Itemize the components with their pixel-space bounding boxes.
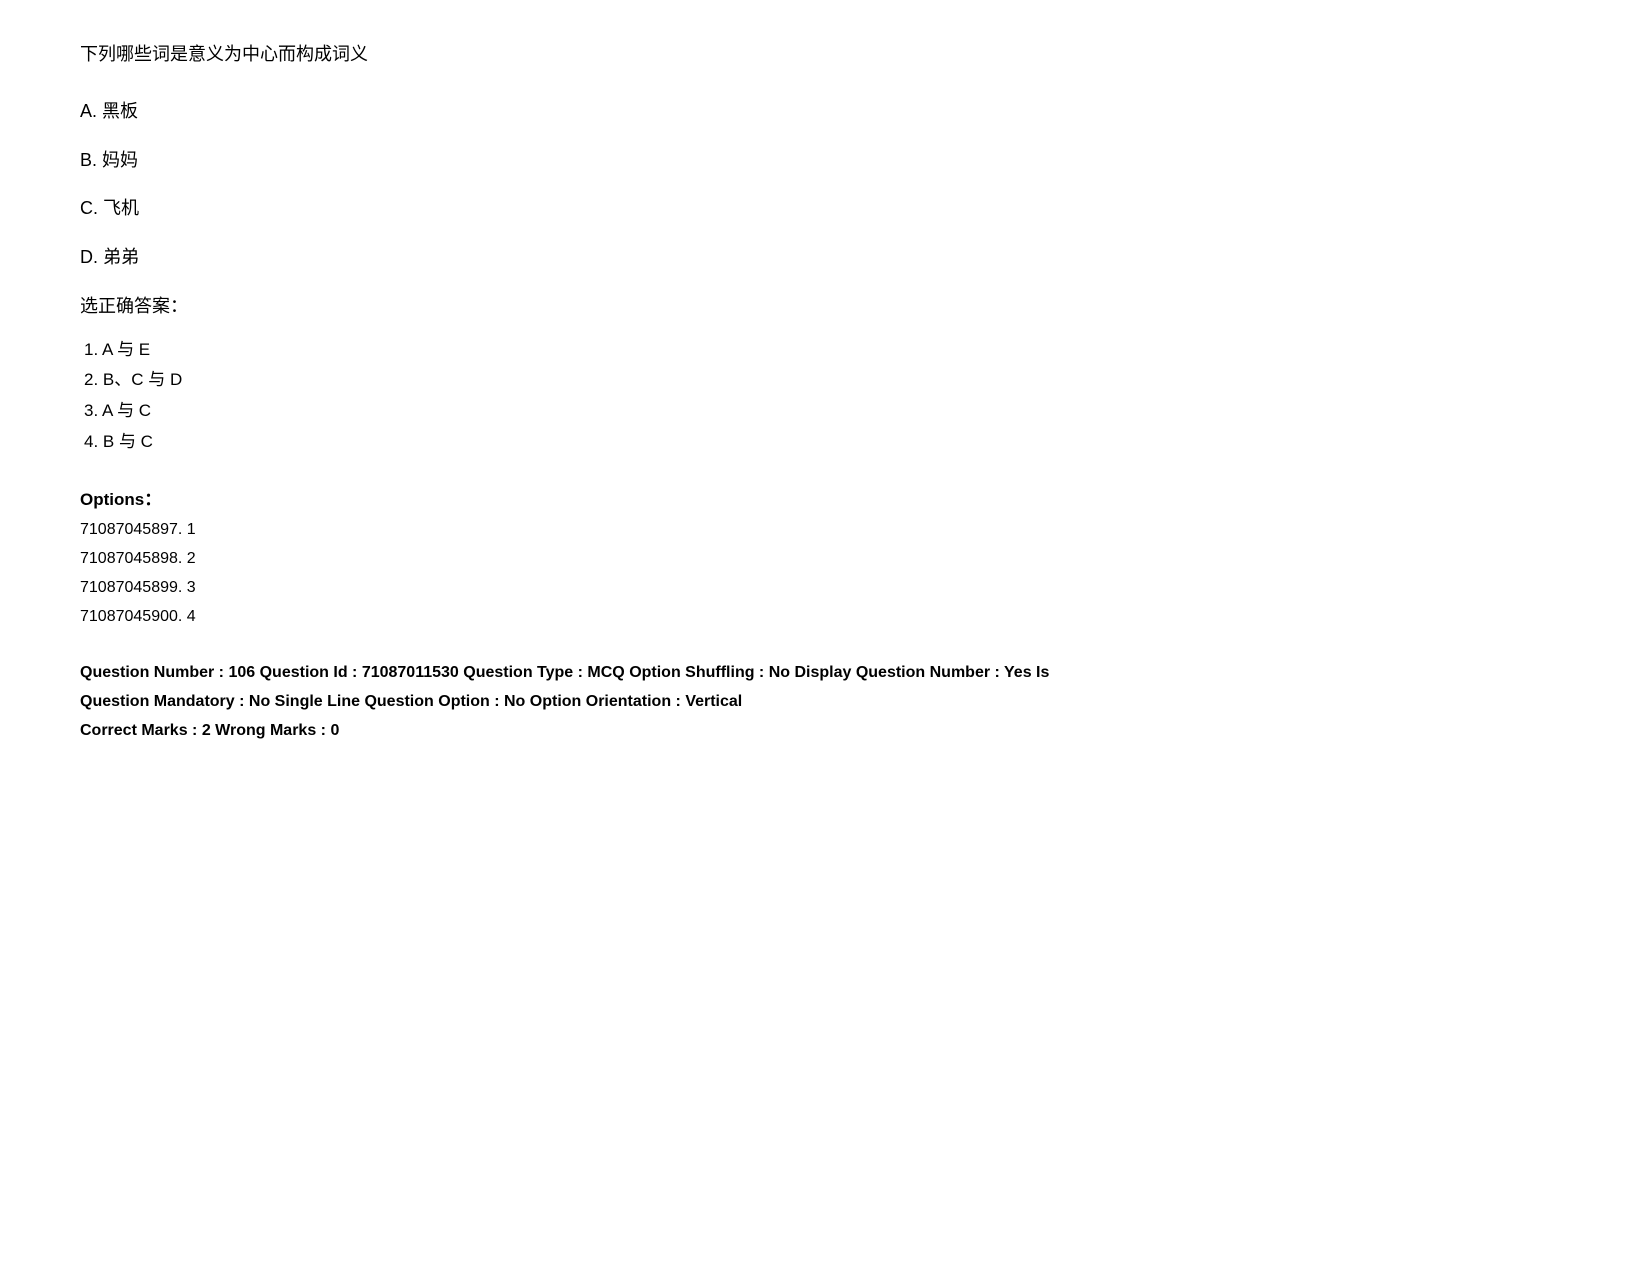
option-a: A. 黑板 xyxy=(80,97,1570,126)
options-section: Options： 71087045897. 1 71087045898. 2 7… xyxy=(80,485,1570,631)
meta-section: Question Number : 106 Question Id : 7108… xyxy=(80,659,1570,745)
option-b: B. 妈妈 xyxy=(80,146,1570,175)
answer-list: 1. A 与 E 2. B、C 与 D 3. A 与 C 4. B 与 C xyxy=(80,335,1570,457)
question-text: 下列哪些词是意义为中心而构成词义 xyxy=(80,40,1570,69)
question-container: 下列哪些词是意义为中心而构成词义 A. 黑板 B. 妈妈 C. 飞机 D. 弟弟… xyxy=(80,40,1570,746)
option-d: D. 弟弟 xyxy=(80,243,1570,272)
meta-line-1: Question Number : 106 Question Id : 7108… xyxy=(80,659,1570,688)
options-heading: Options： xyxy=(80,485,1570,510)
meta-line-3: Correct Marks : 2 Wrong Marks : 0 xyxy=(80,717,1570,746)
answer-item-1: 1. A 与 E xyxy=(84,335,1570,366)
option-c: C. 飞机 xyxy=(80,194,1570,223)
options-item-2: 71087045898. 2 xyxy=(80,545,1570,574)
options-item-3: 71087045899. 3 xyxy=(80,574,1570,603)
options-item-1: 71087045897. 1 xyxy=(80,516,1570,545)
options-item-4: 71087045900. 4 xyxy=(80,603,1570,632)
answer-item-4: 4. B 与 C xyxy=(84,427,1570,458)
answer-item-3: 3. A 与 C xyxy=(84,396,1570,427)
correct-answer-label: 选正确答案： xyxy=(80,292,1570,321)
meta-line-2: Question Mandatory : No Single Line Ques… xyxy=(80,688,1570,717)
answer-item-2: 2. B、C 与 D xyxy=(84,365,1570,396)
